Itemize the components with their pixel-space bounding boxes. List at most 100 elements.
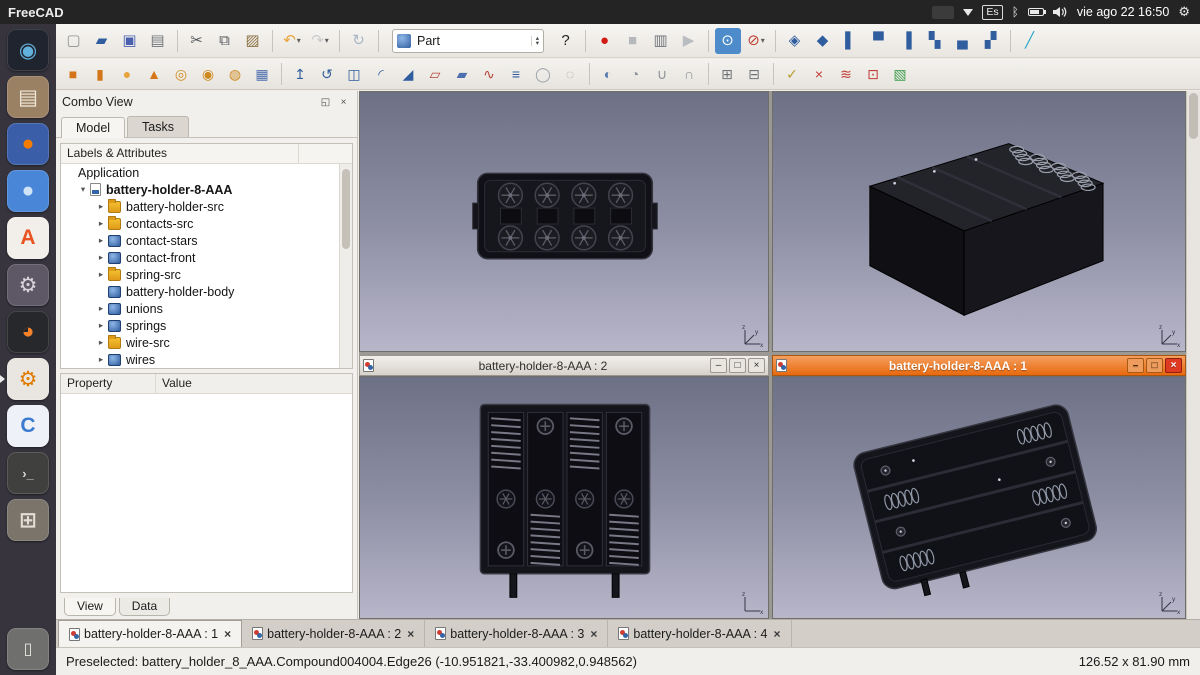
mdi-tab-battery-holder-1[interactable]: battery-holder-8-AAA : 1 × [58, 620, 242, 647]
macro-stop-icon[interactable]: ■ [620, 28, 646, 54]
tab-close-icon[interactable]: × [590, 627, 597, 641]
view-isometric-icon[interactable]: ◆ [810, 28, 836, 54]
expand-arrow[interactable]: ▸ [95, 201, 107, 212]
part-cone-icon[interactable]: ▲ [142, 61, 167, 87]
view-top-icon[interactable]: ▀ [866, 28, 892, 54]
redo-icon[interactable]: ↷▾ [307, 28, 333, 54]
viewport-top-view[interactable]: zxy [359, 91, 769, 352]
expand-arrow[interactable]: ▾ [77, 184, 89, 195]
close-panel-icon[interactable]: × [336, 95, 351, 110]
part-check-geometry-icon[interactable]: ✓ [780, 61, 805, 87]
tree-item-battery-holder-8-AAA[interactable]: ▾ battery-holder-8-AAA [61, 181, 339, 198]
new-document-icon[interactable]: ▢ [61, 28, 87, 54]
expand-arrow[interactable]: ▸ [95, 218, 107, 229]
tree-scrollbar[interactable] [339, 164, 352, 368]
expand-arrow[interactable]: ▸ [95, 354, 107, 365]
part-cylinder-icon[interactable]: ▮ [88, 61, 113, 87]
refresh-icon[interactable]: ↻ [346, 28, 372, 54]
print-icon[interactable]: ▤ [145, 28, 171, 54]
part-extrude-icon[interactable]: ↥ [288, 61, 313, 87]
tree-item-contact-stars[interactable]: ▸ contact-stars [61, 232, 339, 249]
tree-item-wires[interactable]: ▸ wires [61, 351, 339, 368]
combo-spinner-icon[interactable]: ▴ ▾ [531, 36, 539, 46]
tree-item-unions[interactable]: ▸ unions [61, 300, 339, 317]
part-defeaturing-icon[interactable]: × [807, 61, 832, 87]
view-right-icon[interactable]: ▐ [894, 28, 920, 54]
expand-arrow[interactable]: ▸ [95, 320, 107, 331]
launcher-freecad[interactable]: ⚙ [7, 358, 49, 400]
copy-icon[interactable]: ⧉ [212, 28, 238, 54]
part-boolean-icon[interactable]: ◐ [596, 61, 621, 87]
scrollbar-thumb[interactable] [342, 169, 350, 249]
mdi-tab-battery-holder-3[interactable]: battery-holder-8-AAA : 3 × [425, 620, 608, 647]
tree-item-contacts-src[interactable]: ▸ contacts-src [61, 215, 339, 232]
part-intersection-icon[interactable]: ∩ [677, 61, 702, 87]
workbench-selector[interactable]: Part ▴ ▾ [392, 29, 544, 53]
save-icon[interactable]: ▣ [117, 28, 143, 54]
mdi-tab-battery-holder-2[interactable]: battery-holder-8-AAA : 2 × [242, 620, 425, 647]
mdi-scrollbar[interactable] [1186, 91, 1200, 619]
part-fillet-icon[interactable]: ◜ [369, 61, 394, 87]
part-union-icon[interactable]: ∪ [650, 61, 675, 87]
viewport-isometric-view-active[interactable]: zxy [772, 376, 1186, 619]
tab-close-icon[interactable]: × [407, 627, 414, 641]
part-compound-icon[interactable]: ⊞ [715, 61, 740, 87]
tree-item-battery-holder-src[interactable]: ▸ battery-holder-src [61, 198, 339, 215]
macro-execute-icon[interactable]: ▶ [676, 28, 702, 54]
session-menu-icon[interactable]: ⚙ [1178, 4, 1190, 20]
view-bottom-icon[interactable]: ▄ [950, 28, 976, 54]
draw-style-icon[interactable]: ⊘▾ [743, 28, 769, 54]
clock[interactable]: vie ago 22 16:50 [1077, 5, 1169, 19]
part-box-icon[interactable]: ■ [61, 61, 86, 87]
box-zoom-icon[interactable]: ⊙ [715, 28, 741, 54]
undo-icon[interactable]: ↶▾ [279, 28, 305, 54]
keyboard-layout-indicator[interactable]: Es [982, 5, 1002, 20]
expand-arrow[interactable]: ▸ [95, 303, 107, 314]
viewport-isometric-view[interactable]: zxy [772, 91, 1186, 352]
part-shape-builder-icon[interactable]: ▦ [250, 61, 275, 87]
volume-icon[interactable] [1053, 6, 1068, 18]
tree-item-wire-src[interactable]: ▸ wire-src [61, 334, 339, 351]
paste-icon[interactable]: ▨ [240, 28, 266, 54]
part-cross-sections-icon[interactable]: ≋ [834, 61, 859, 87]
bluetooth-icon[interactable]: ᛒ [1012, 5, 1019, 19]
tree-item-spring-src[interactable]: ▸ spring-src [61, 266, 339, 283]
view-fit-icon[interactable]: ◈ [782, 28, 808, 54]
close-button[interactable]: × [748, 358, 765, 373]
view-rear-icon[interactable]: ▚ [922, 28, 948, 54]
close-button[interactable]: × [1165, 358, 1182, 373]
part-chamfer-icon[interactable]: ◢ [396, 61, 421, 87]
part-section-icon[interactable]: ≡ [504, 61, 529, 87]
battery-icon[interactable] [1028, 8, 1044, 16]
part-explode-compound-icon[interactable]: ⊟ [742, 61, 767, 87]
app-indicator[interactable] [932, 6, 954, 19]
maximize-button[interactable]: □ [729, 358, 746, 373]
float-panel-icon[interactable]: ◱ [318, 95, 333, 110]
part-ruled-surface-icon[interactable]: ▱ [423, 61, 448, 87]
tab-model[interactable]: Model [61, 117, 125, 138]
expand-arrow[interactable]: ▸ [95, 235, 107, 246]
tab-view[interactable]: View [64, 598, 116, 616]
part-torus-icon[interactable]: ◎ [169, 61, 194, 87]
part-offset-icon[interactable]: ◯ [531, 61, 556, 87]
launcher-workspaces[interactable]: ⊞ [7, 499, 49, 541]
launcher-terminal[interactable]: ›_ [7, 452, 49, 494]
macro-record-icon[interactable]: ● [592, 28, 618, 54]
maximize-button[interactable]: □ [1146, 358, 1163, 373]
part-loft-icon[interactable]: ▰ [450, 61, 475, 87]
viewport-front-view[interactable]: zx [359, 376, 769, 619]
tab-tasks[interactable]: Tasks [127, 116, 189, 137]
part-color-per-face-icon[interactable]: ▧ [888, 61, 913, 87]
part-shape-2d-view-icon[interactable]: ⊡ [861, 61, 886, 87]
measure-distance-icon[interactable]: ╱ [1017, 28, 1043, 54]
launcher-blue-app[interactable]: C [7, 405, 49, 447]
launcher-trash[interactable]: ▯ [7, 628, 49, 670]
tree-item-contact-front[interactable]: ▸ contact-front [61, 249, 339, 266]
expand-arrow[interactable]: ▸ [95, 337, 107, 348]
tab-data[interactable]: Data [119, 598, 170, 616]
part-cut-icon[interactable]: ◔ [623, 61, 648, 87]
minimize-button[interactable]: – [1127, 358, 1144, 373]
tree-item-springs[interactable]: ▸ springs [61, 317, 339, 334]
tree-item-application[interactable]: Application [61, 164, 339, 181]
scrollbar-thumb[interactable] [1189, 93, 1198, 139]
